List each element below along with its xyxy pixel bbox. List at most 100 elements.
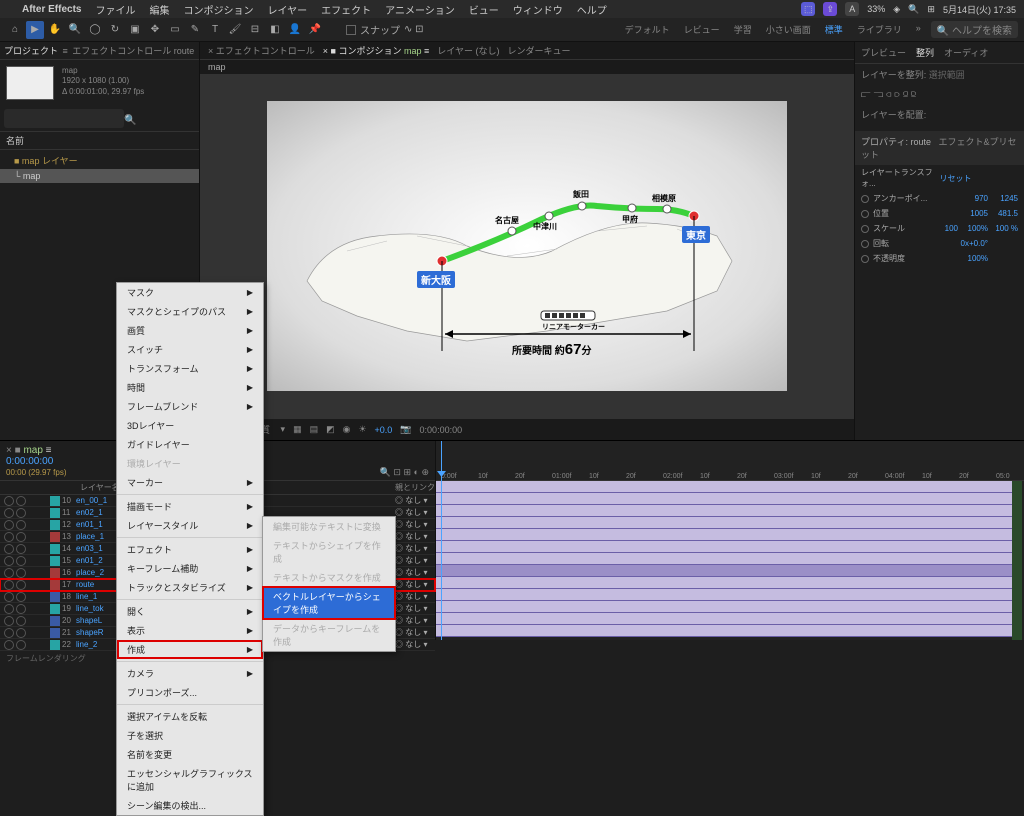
playhead[interactable] [441, 441, 442, 640]
folder-map-layers[interactable]: ■ map レイヤー [0, 152, 199, 169]
ctx-item[interactable]: マスク▶ [117, 283, 263, 302]
ctx-item[interactable]: マスクとシェイプのパス▶ [117, 302, 263, 321]
mnu-window[interactable]: ウィンドウ [513, 2, 563, 17]
ctx-item[interactable]: 3Dレイヤー [117, 416, 263, 435]
ctx-item[interactable]: キーフレーム補助▶ [117, 559, 263, 578]
track-bar[interactable] [436, 505, 1022, 517]
subctx-item[interactable]: ベクトルレイヤーからシェイプを作成 [263, 587, 395, 619]
guide-icon[interactable]: ▤ [310, 424, 319, 435]
track-bar[interactable] [436, 601, 1022, 613]
align-top-icon[interactable]: ⫐ [894, 89, 899, 100]
track-bar[interactable] [436, 541, 1022, 553]
tab-project[interactable]: プロジェクト [4, 44, 58, 57]
ws-standard[interactable]: 標準 [825, 23, 843, 36]
ws-learn[interactable]: 学習 [734, 23, 752, 36]
layer-context-menu[interactable]: マスク▶マスクとシェイプのパス▶画質▶スイッチ▶トランスフォーム▶時間▶フレーム… [116, 282, 264, 816]
share-icon[interactable]: ⇪ [823, 2, 837, 16]
prop-group[interactable]: レイヤートランスフォ... [861, 167, 940, 189]
mac-menubar[interactable]: After Effects ファイル 編集 コンポジション レイヤー エフェクト… [0, 0, 1024, 18]
zoom-tool-icon[interactable]: 🔍 [66, 21, 84, 39]
pan-tool-icon[interactable]: ✥ [146, 21, 164, 39]
search-icon[interactable]: 🔍 [908, 4, 919, 15]
ctx-item[interactable]: トランスフォーム▶ [117, 359, 263, 378]
ctx-item[interactable]: トラックとスタビライズ▶ [117, 578, 263, 597]
frame-io-icon[interactable]: ⬚ [801, 2, 815, 16]
ctx-item[interactable]: 選択アイテムを反転 [117, 707, 263, 726]
home-icon[interactable]: ⌂ [6, 21, 24, 39]
track-bar[interactable] [436, 613, 1022, 625]
reset-link[interactable]: リセット [940, 173, 1019, 184]
ctx-item[interactable]: 画質▶ [117, 321, 263, 340]
mnu-anim[interactable]: アニメーション [385, 2, 455, 17]
prop-row[interactable]: 回転0x+0.0° [855, 236, 1024, 251]
ctx-item[interactable]: カメラ▶ [117, 664, 263, 683]
roto-tool-icon[interactable]: 👤 [286, 21, 304, 39]
col-parent[interactable]: 親とリンク [395, 482, 435, 493]
text-tool-icon[interactable]: T [206, 21, 224, 39]
mnu-edit[interactable]: 編集 [149, 2, 169, 17]
track-bar[interactable] [436, 517, 1022, 529]
mnu-view[interactable]: ビュー [469, 2, 499, 17]
help-search[interactable]: 🔍 ヘルプを検索 [931, 21, 1018, 38]
ctx-item[interactable]: スイッチ▶ [117, 340, 263, 359]
app-name[interactable]: After Effects [22, 4, 81, 15]
comp-map[interactable]: └ map [0, 169, 199, 183]
align-target[interactable]: 選択範囲 [929, 70, 965, 80]
track-bar[interactable] [436, 553, 1022, 565]
snap-toggle[interactable]: スナップ ∿ ⊡ [346, 22, 424, 37]
snapshot-icon[interactable]: 📷 [400, 424, 411, 435]
align-hcenter-icon[interactable]: ⫎ [874, 89, 884, 100]
shape-tool-icon[interactable]: ▭ [166, 21, 184, 39]
tab-ec[interactable]: × エフェクトコントロール [208, 44, 315, 57]
composition-canvas[interactable]: 新大阪 東京 名古屋 中津川 飯田 甲府 相模原 リニアモーターカー 所要時間 … [267, 101, 787, 391]
tab-audio[interactable]: オーディオ [944, 46, 988, 59]
ws-default[interactable]: デフォルト [625, 23, 670, 36]
track-bar[interactable] [436, 493, 1022, 505]
track-bar[interactable] [436, 589, 1022, 601]
eraser-tool-icon[interactable]: ◧ [266, 21, 284, 39]
preview-tc[interactable]: 0:00:00:00 [420, 425, 463, 435]
ctx-item[interactable]: 開く▶ [117, 602, 263, 621]
ctx-item[interactable]: マーカー▶ [117, 473, 263, 492]
prop-row[interactable]: スケール100100%100 % [855, 221, 1024, 236]
viewer-comp-tab[interactable]: map [200, 60, 854, 74]
ctx-item[interactable]: プリコンポーズ... [117, 683, 263, 702]
ctx-item[interactable]: エフェクト▶ [117, 540, 263, 559]
ctx-item[interactable]: エッセンシャルグラフィックスに追加 [117, 764, 263, 796]
selection-tool-icon[interactable]: ▶ [26, 21, 44, 39]
ws-review[interactable]: レビュー [684, 23, 720, 36]
tab-preview[interactable]: プレビュー [861, 46, 906, 59]
channel-icon[interactable]: ◉ [343, 424, 351, 435]
mnu-effect[interactable]: エフェクト [321, 2, 371, 17]
ctx-item[interactable]: 時間▶ [117, 378, 263, 397]
grid-icon[interactable]: ▦ [293, 424, 302, 435]
ws-more-icon[interactable]: » [916, 23, 921, 36]
ws-library[interactable]: ライブラリ [857, 23, 902, 36]
tab-comp[interactable]: × ■ コンポジション map ≡ [323, 44, 429, 57]
align-vcenter-icon[interactable]: ⫑ [903, 89, 908, 100]
track-bar[interactable] [436, 529, 1022, 541]
mnu-file[interactable]: ファイル [95, 2, 135, 17]
pen-tool-icon[interactable]: ✎ [186, 21, 204, 39]
project-search-input[interactable] [4, 109, 124, 128]
ctx-item[interactable]: ガイドレイヤー [117, 435, 263, 454]
project-selected-item[interactable]: map 1920 x 1080 (1.00) Δ 0:00:01:00, 29.… [0, 60, 199, 106]
ctx-item[interactable]: 子を選択 [117, 726, 263, 745]
a-icon[interactable]: A [845, 2, 859, 16]
mask-icon[interactable]: ◩ [326, 424, 335, 435]
create-submenu[interactable]: 編集可能なテキストに変換テキストからシェイプを作成テキストからマスクを作成ベクト… [262, 516, 396, 652]
track-bar[interactable] [436, 577, 1022, 589]
ctx-item[interactable]: 表示▶ [117, 621, 263, 640]
tab-layer[interactable]: レイヤー (なし) [437, 44, 499, 57]
tab-effect-controls[interactable]: エフェクトコントロール route [72, 44, 194, 57]
ctx-item[interactable]: シーン編集の検出... [117, 796, 263, 815]
tab-align[interactable]: 整列 [916, 46, 934, 59]
camera-tool-icon[interactable]: ▣ [126, 21, 144, 39]
mnu-help[interactable]: ヘルプ [577, 2, 607, 17]
ctx-item[interactable]: 名前を変更 [117, 745, 263, 764]
track-bar[interactable] [436, 481, 1022, 493]
tl-comp-tab[interactable]: map [23, 445, 42, 456]
cc-icon[interactable]: ⊞ [927, 4, 935, 15]
ctx-item[interactable]: フレームブレンド▶ [117, 397, 263, 416]
prop-row[interactable]: 位置1005481.5 [855, 206, 1024, 221]
